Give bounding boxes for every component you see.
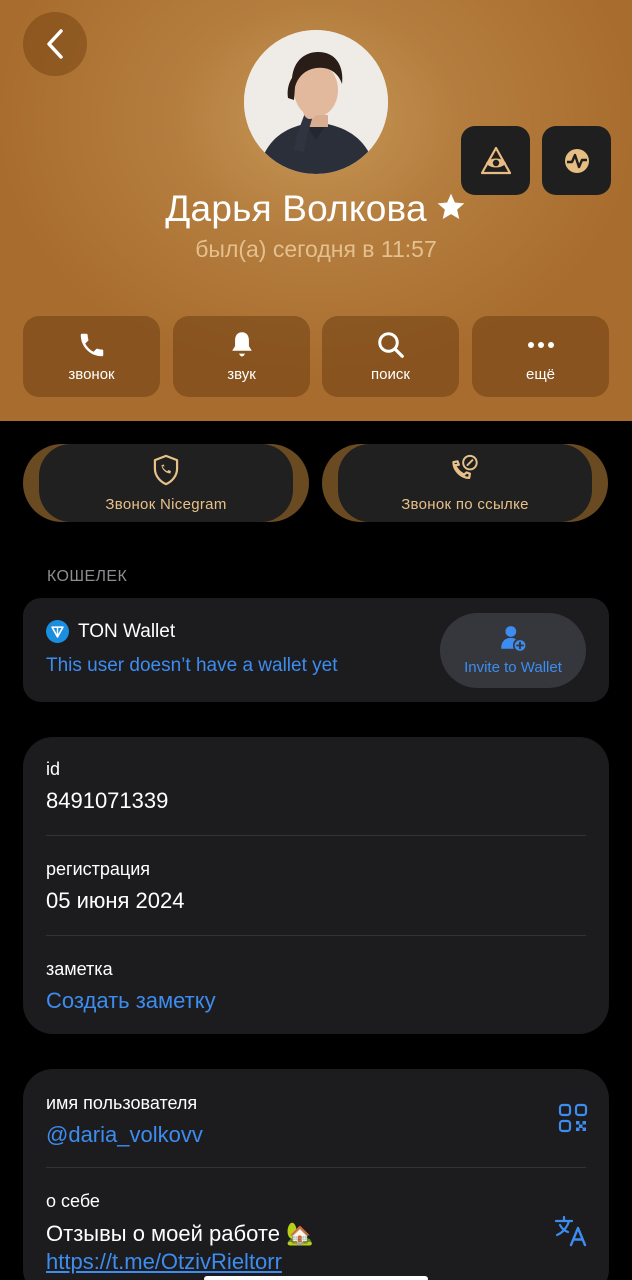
more-label: ещё: [525, 366, 556, 383]
bio-label: о себе: [46, 1191, 100, 1211]
bio-link[interactable]: https://t.me/OtzivRieltorr: [46, 1249, 282, 1274]
wallet-title: TON Wallet: [78, 620, 176, 642]
wallet-card: TON Wallet This user doesn’t have a wall…: [23, 598, 609, 702]
wallet-title-row: TON Wallet: [46, 620, 175, 643]
registration-label: регистрация: [46, 859, 151, 879]
nicegram-call-label: Звонок Nicegram: [105, 495, 227, 513]
bio-text: Отзывы о моей работе 🏡 https://t.me/Otzi…: [46, 1220, 526, 1276]
add-user-icon: [501, 626, 526, 651]
divider: [46, 1167, 586, 1168]
profile-header: Дарья Волкова был(а) сегодня в 11:57 зво…: [0, 0, 632, 421]
shield-phone-icon: [153, 454, 179, 485]
call-by-link-label: Звонок по ссылке: [401, 495, 529, 513]
phone-icon: [80, 333, 103, 357]
sound-label: звук: [227, 366, 256, 383]
id-row[interactable]: id 8491071339: [46, 759, 586, 814]
username-label: имя пользователя: [46, 1093, 198, 1113]
bio-emoji: 🏡: [286, 1221, 314, 1246]
bell-icon: [231, 332, 252, 357]
registration-row[interactable]: регистрация 05 июня 2024: [46, 859, 586, 914]
eye-pyramid-icon: [480, 146, 511, 174]
divider: [46, 835, 586, 836]
registration-value: 05 июня 2024: [46, 888, 185, 913]
profile-name-row: Дарья Волкова: [0, 188, 632, 232]
note-label: заметка: [46, 959, 113, 979]
username-row[interactable]: имя пользователя @daria_volkovv: [46, 1093, 586, 1148]
ton-icon: [46, 620, 69, 643]
avatar-photo: [244, 30, 388, 174]
id-label: id: [46, 759, 61, 779]
more-dots-icon: [527, 342, 554, 348]
create-note-link[interactable]: Создать заметку: [46, 988, 586, 1014]
more-button[interactable]: ещё: [472, 316, 609, 397]
username-value[interactable]: @daria_volkovv: [46, 1122, 586, 1148]
user-card: имя пользователя @daria_volkovv о себе О…: [23, 1069, 609, 1280]
avatar[interactable]: [244, 30, 388, 174]
home-indicator[interactable]: [204, 1276, 428, 1280]
nicegram-ai-button[interactable]: [542, 126, 611, 195]
call-label: звонок: [68, 366, 115, 383]
info-card: id 8491071339 регистрация 05 июня 2024 з…: [23, 737, 609, 1034]
sound-button[interactable]: звук: [173, 316, 310, 397]
id-value: 8491071339: [46, 788, 169, 813]
bio-text-main: Отзывы о моей работе: [46, 1221, 280, 1246]
invite-to-wallet-label: Invite to Wallet: [464, 659, 562, 676]
waveform-circle-icon: [564, 148, 589, 173]
chevron-left-icon: [47, 29, 63, 59]
wallet-subtitle: This user doesn’t have a wallet yet: [46, 655, 338, 676]
bio-row[interactable]: о себе Отзывы о моей работе 🏡 https://t.…: [46, 1191, 586, 1276]
search-icon: [377, 332, 404, 358]
nicegram-call-button[interactable]: Звонок Nicegram: [23, 444, 309, 522]
search-label: поиск: [371, 366, 410, 383]
note-row[interactable]: заметка Создать заметку: [46, 959, 586, 1014]
wallet-section-title: КОШЕЛЕК: [47, 568, 128, 585]
divider: [46, 935, 586, 936]
phone-link-icon: [452, 454, 478, 479]
nicegram-eye-button[interactable]: [461, 126, 530, 195]
translate-icon[interactable]: [554, 1215, 588, 1252]
call-button[interactable]: звонок: [23, 316, 160, 397]
last-seen-status: был(а) сегодня в 11:57: [195, 236, 437, 262]
profile-name: Дарья Волкова: [165, 188, 427, 229]
invite-to-wallet-button[interactable]: Invite to Wallet: [440, 613, 586, 688]
back-button[interactable]: [23, 12, 87, 76]
qr-code-icon[interactable]: [558, 1103, 588, 1138]
star-icon[interactable]: [435, 190, 467, 232]
search-button[interactable]: поиск: [322, 316, 459, 397]
call-by-link-button[interactable]: Звонок по ссылке: [322, 444, 608, 522]
